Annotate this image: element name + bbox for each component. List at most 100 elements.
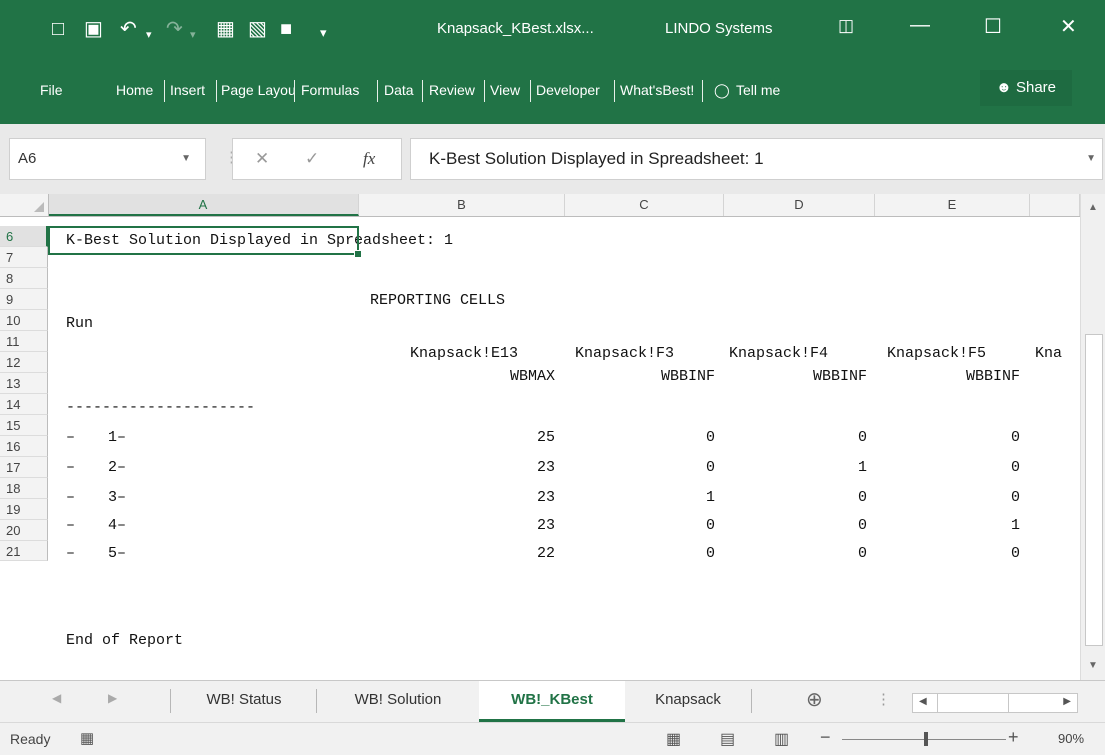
run-dash[interactable]: – xyxy=(66,487,75,508)
cell-value[interactable]: 0 xyxy=(560,515,715,536)
run-label[interactable]: 4– xyxy=(108,515,126,536)
cell-d10[interactable]: Knapsack!F4 xyxy=(729,343,828,364)
expand-formula-icon[interactable]: ▼ xyxy=(1086,139,1096,179)
run-label[interactable]: 2– xyxy=(108,457,126,478)
cell-value[interactable]: 0 xyxy=(870,427,1020,448)
tell-me-search[interactable]: Tell me xyxy=(736,82,780,98)
undo-dropdown-icon[interactable]: ▾ xyxy=(146,24,152,46)
normal-view-icon[interactable]: ▦ xyxy=(666,729,681,749)
ribbon-display-icon[interactable]: ◫ xyxy=(838,16,854,36)
scroll-up-icon[interactable]: ▲ xyxy=(1088,202,1098,213)
name-box[interactable]: A6 ▼ xyxy=(9,138,206,180)
tab-formulas[interactable]: Formulas xyxy=(301,82,359,98)
row-header[interactable]: 9 xyxy=(0,289,48,310)
column-header-c[interactable]: C xyxy=(565,194,724,216)
cell-value[interactable]: 23 xyxy=(400,457,555,478)
zoom-level[interactable]: 90% xyxy=(1058,731,1084,746)
tab-file[interactable]: File xyxy=(40,82,63,98)
close-icon[interactable]: ✕ xyxy=(1060,14,1077,39)
run-dash[interactable]: – xyxy=(66,457,75,478)
page-layout-view-icon[interactable]: ▤ xyxy=(720,729,735,749)
row-header[interactable]: 21 xyxy=(0,541,48,561)
row-header[interactable]: 17 xyxy=(0,457,48,478)
row-header[interactable]: 11 xyxy=(0,331,48,352)
new-file-icon[interactable]: □ xyxy=(52,18,64,40)
scroll-down-icon[interactable]: ▼ xyxy=(1088,660,1098,671)
cell-value[interactable]: 23 xyxy=(400,487,555,508)
cell-value[interactable]: 23 xyxy=(400,515,555,536)
cancel-icon[interactable]: ✕ xyxy=(255,149,269,169)
horizontal-scrollbar[interactable]: ◀ ▶ xyxy=(912,693,1078,713)
scroll-tabs-right-icon[interactable]: ▶ xyxy=(108,691,117,705)
column-header-e[interactable]: E xyxy=(875,194,1030,216)
share-button[interactable]: ☻ Share xyxy=(980,70,1072,106)
sheet-tab-knapsack[interactable]: Knapsack xyxy=(626,681,750,719)
cell-value[interactable]: 0 xyxy=(720,515,867,536)
scroll-thumb[interactable] xyxy=(1085,334,1103,646)
cell-value[interactable]: 0 xyxy=(870,457,1020,478)
enter-icon[interactable]: ✓ xyxy=(305,149,319,169)
run-dash[interactable]: – xyxy=(66,543,75,564)
tab-review[interactable]: Review xyxy=(429,82,475,98)
customize-qat-icon[interactable]: ▾ xyxy=(320,22,327,44)
run-label[interactable]: 1– xyxy=(108,427,126,448)
cell-run[interactable]: Run xyxy=(66,313,93,334)
redo-icon[interactable]: ↷ xyxy=(166,18,183,40)
macro-record-icon[interactable]: ▦ xyxy=(80,729,94,747)
column-header-d[interactable]: D xyxy=(724,194,875,216)
column-header-b[interactable]: B xyxy=(359,194,565,216)
cell-value[interactable]: 22 xyxy=(400,543,555,564)
run-label[interactable]: 5– xyxy=(108,543,126,564)
open-icon[interactable]: ■ xyxy=(280,18,292,40)
row-header[interactable]: 7 xyxy=(0,247,48,268)
active-cell-selection[interactable] xyxy=(48,226,362,258)
zoom-in-icon[interactable]: + xyxy=(1008,727,1019,748)
chevron-down-icon[interactable]: ▼ xyxy=(181,139,191,179)
zoom-slider-thumb[interactable] xyxy=(924,732,928,746)
add-sheet-icon[interactable]: ⊕ xyxy=(806,687,823,712)
column-header-a[interactable]: A xyxy=(48,194,359,216)
vertical-scrollbar[interactable]: ▲ ▼ xyxy=(1080,194,1105,680)
cell-value[interactable]: 1 xyxy=(560,487,715,508)
tab-whatsbest[interactable]: What'sBest! xyxy=(620,82,694,98)
cell-value[interactable]: 25 xyxy=(400,427,555,448)
undo-icon[interactable]: ↶ xyxy=(120,18,137,40)
cell-value[interactable]: 0 xyxy=(870,487,1020,508)
redo-dropdown-icon[interactable]: ▾ xyxy=(190,24,196,46)
row-header[interactable]: 10 xyxy=(0,310,48,331)
cell-value[interactable]: 1 xyxy=(720,457,867,478)
horizontal-scroll-thumb[interactable] xyxy=(937,693,1009,713)
cell-value[interactable]: 1 xyxy=(870,515,1020,536)
row-header[interactable]: 14 xyxy=(0,394,48,415)
cell-c11[interactable]: WBBINF xyxy=(560,366,715,387)
row-header[interactable]: 6 xyxy=(0,226,48,247)
row-header[interactable]: 13 xyxy=(0,373,48,394)
cell-b11[interactable]: WBMAX xyxy=(400,366,555,387)
cell-e10[interactable]: Knapsack!F5 xyxy=(887,343,986,364)
cell-value[interactable]: 0 xyxy=(560,427,715,448)
insert-function-icon[interactable]: fx xyxy=(363,149,375,169)
cell-separator-line[interactable]: --------------------- xyxy=(66,397,255,418)
scroll-tabs-left-icon[interactable]: ◀ xyxy=(52,691,61,705)
cell-d11[interactable]: WBBINF xyxy=(720,366,867,387)
row-header[interactable]: 18 xyxy=(0,478,48,499)
scroll-right-icon[interactable]: ▶ xyxy=(1063,696,1071,707)
save-icon[interactable]: ▦ xyxy=(216,18,235,40)
row-header[interactable]: 19 xyxy=(0,499,48,520)
minimize-icon[interactable]: — xyxy=(910,14,930,37)
cell-b10[interactable]: Knapsack!E13 xyxy=(410,343,518,364)
cell-reporting-cells[interactable]: REPORTING CELLS xyxy=(370,290,505,311)
open-folder-icon[interactable]: ▣ xyxy=(84,18,103,40)
row-header[interactable]: 16 xyxy=(0,436,48,457)
column-header-f[interactable] xyxy=(1030,194,1080,216)
run-dash[interactable]: – xyxy=(66,515,75,536)
row-header[interactable]: 8 xyxy=(0,268,48,289)
row-header[interactable]: 20 xyxy=(0,520,48,541)
run-dash[interactable]: – xyxy=(66,427,75,448)
cell-value[interactable]: 0 xyxy=(720,427,867,448)
tab-home[interactable]: Home xyxy=(116,82,153,98)
save-as-icon[interactable]: ▧ xyxy=(248,18,267,40)
select-all-corner[interactable] xyxy=(0,194,49,216)
tab-data[interactable]: Data xyxy=(384,82,414,98)
zoom-out-icon[interactable]: − xyxy=(820,727,831,748)
